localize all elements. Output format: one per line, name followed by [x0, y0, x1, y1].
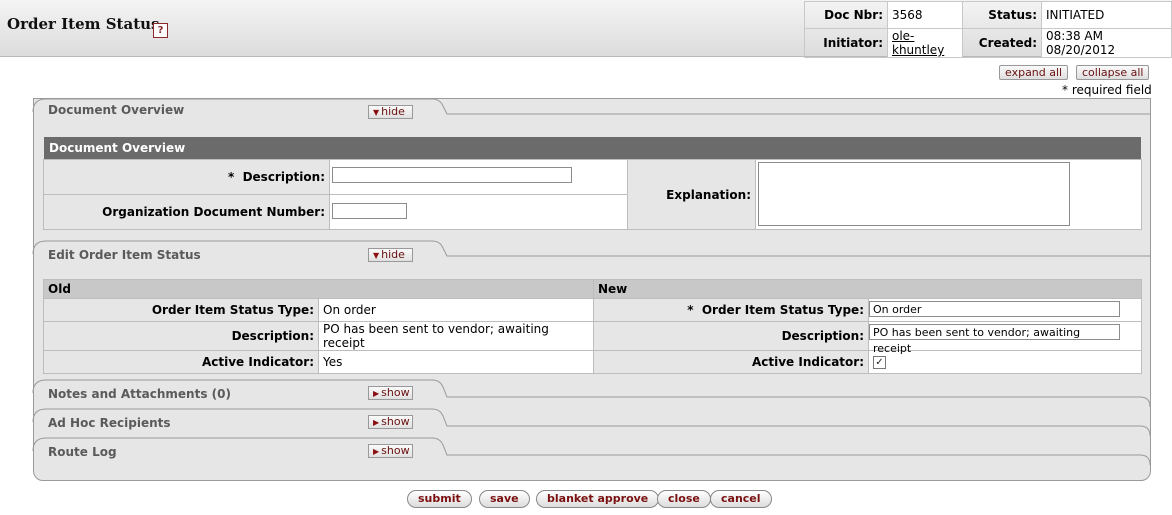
tab-route-log-label: Route Log	[48, 445, 117, 459]
document-overview-hide-button[interactable]: ▼ hide	[368, 105, 413, 119]
active-indicator-checkbox[interactable]: ✓	[873, 356, 886, 369]
triangle-down-icon: ▼	[373, 251, 380, 260]
old-description-value: PO has been sent to vendor; awaiting rec…	[318, 321, 594, 351]
new-active-label: Active Indicator:	[593, 350, 869, 374]
new-header: New	[593, 279, 1142, 299]
cancel-button[interactable]: cancel	[710, 490, 772, 508]
submit-button[interactable]: submit	[407, 490, 472, 508]
new-description-label: Description:	[593, 321, 869, 351]
notes-show-button[interactable]: ▶ show	[368, 386, 413, 400]
explanation-textarea[interactable]	[758, 162, 1070, 226]
save-button[interactable]: save	[479, 490, 530, 508]
tab-edit-status-label: Edit Order Item Status	[48, 248, 201, 262]
new-description-input[interactable]: PO has been sent to vendor; awaiting rec…	[869, 324, 1120, 355]
document-overview-section-title: Document Overview	[44, 137, 1141, 159]
org-doc-number-label: Organization Document Number:	[43, 194, 330, 230]
triangle-down-icon: ▼	[373, 108, 380, 117]
new-status-type-input[interactable]: On order	[869, 301, 1120, 317]
explanation-label: Explanation:	[627, 159, 756, 230]
triangle-right-icon: ▶	[373, 389, 380, 398]
blanket-approve-button[interactable]: blanket approve	[536, 490, 660, 508]
description-label: Description:	[242, 170, 325, 184]
route-log-show-button[interactable]: ▶ show	[368, 444, 413, 458]
old-active-label: Active Indicator:	[43, 350, 319, 374]
new-status-type-label: Order Item Status Type:	[701, 303, 864, 317]
required-mark: *	[227, 170, 235, 184]
toggle-label: show	[381, 386, 410, 399]
old-description-label: Description:	[43, 321, 319, 351]
toggle-label: show	[381, 444, 410, 457]
old-status-type-label: Order Item Status Type:	[43, 298, 319, 322]
description-label-cell: * Description:	[43, 159, 330, 195]
old-header: Old	[43, 279, 594, 299]
triangle-right-icon: ▶	[373, 418, 380, 427]
tab-document-overview-label: Document Overview	[48, 103, 185, 117]
new-status-type-label-cell: * Order Item Status Type:	[593, 298, 869, 322]
edit-status-hide-button[interactable]: ▼ hide	[368, 248, 413, 262]
toggle-label: show	[381, 415, 410, 428]
required-mark: *	[687, 303, 694, 317]
toggle-label: hide	[381, 248, 405, 261]
tab-adhoc-label: Ad Hoc Recipients	[48, 416, 171, 430]
old-status-type-value: On order	[318, 298, 594, 322]
toggle-label: hide	[381, 105, 405, 118]
tab-notes-label: Notes and Attachments (0)	[48, 387, 231, 401]
old-active-value: Yes	[318, 350, 594, 374]
adhoc-show-button[interactable]: ▶ show	[368, 415, 413, 429]
close-button[interactable]: close	[657, 490, 711, 508]
org-doc-number-input[interactable]	[332, 203, 407, 219]
description-input[interactable]	[332, 167, 572, 183]
triangle-right-icon: ▶	[373, 447, 380, 456]
